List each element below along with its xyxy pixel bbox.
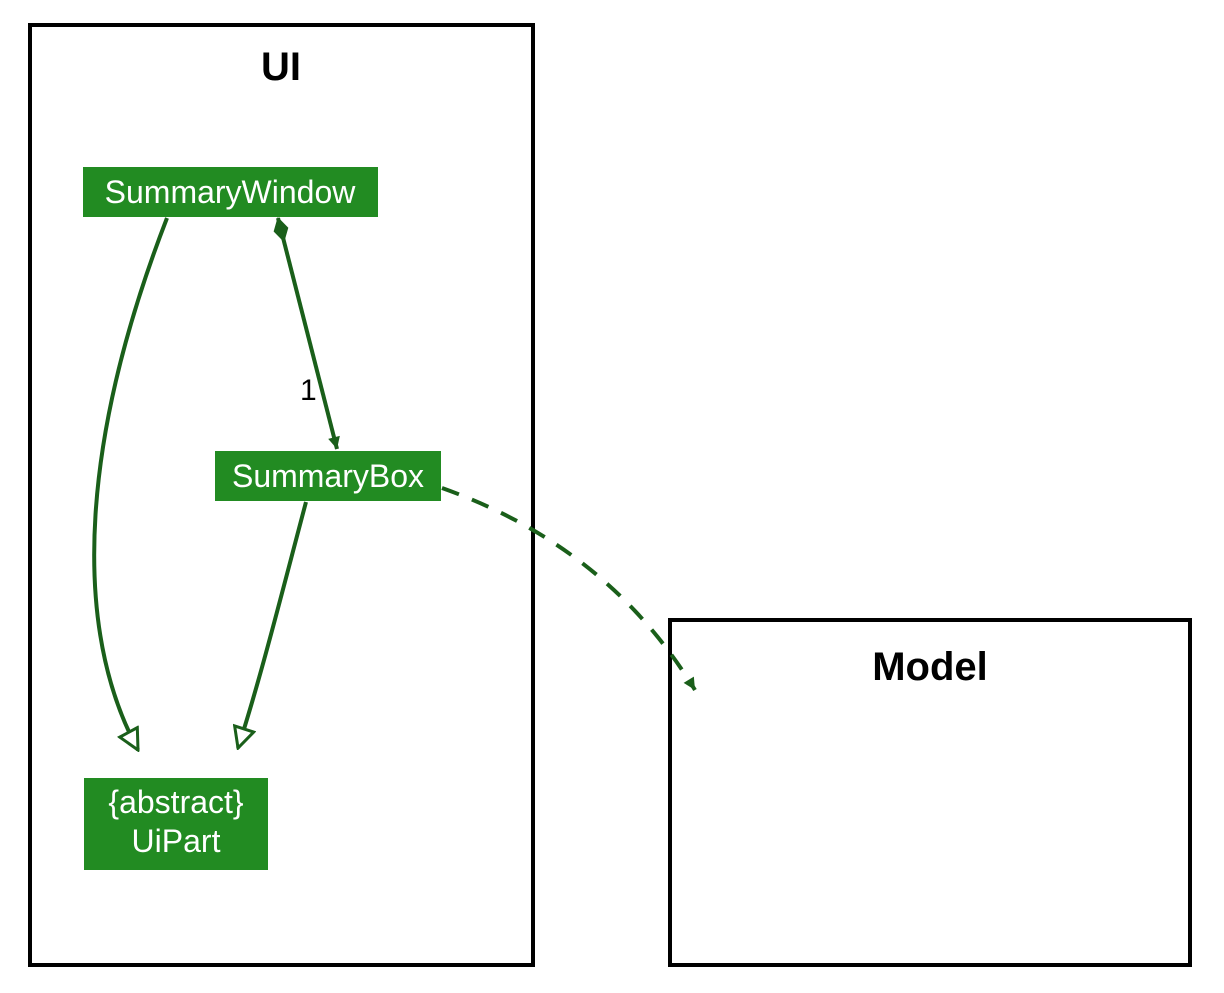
class-summary-box: SummaryBox — [215, 451, 441, 501]
relation-dependency-box-model — [442, 488, 695, 690]
class-ui-part: {abstract} UiPart — [84, 778, 268, 870]
package-model-title: Model — [872, 645, 988, 689]
relation-composition-multiplicity: 1 — [300, 374, 317, 407]
class-ui-part-name: UiPart — [132, 823, 221, 859]
relation-generalization-box-uipart — [238, 502, 306, 748]
class-summary-box-label: SummaryBox — [232, 458, 424, 494]
class-summary-window: SummaryWindow — [83, 167, 378, 217]
relation-generalization-window-uipart — [94, 218, 167, 750]
class-ui-part-stereotype: {abstract} — [108, 784, 244, 820]
uml-diagram: UI Model SummaryWindow SummaryBox {abstr… — [0, 0, 1224, 993]
relation-composition-window-box — [278, 218, 337, 449]
package-model: Model — [670, 620, 1190, 965]
class-summary-window-label: SummaryWindow — [105, 174, 357, 210]
package-ui-title: UI — [261, 45, 301, 89]
